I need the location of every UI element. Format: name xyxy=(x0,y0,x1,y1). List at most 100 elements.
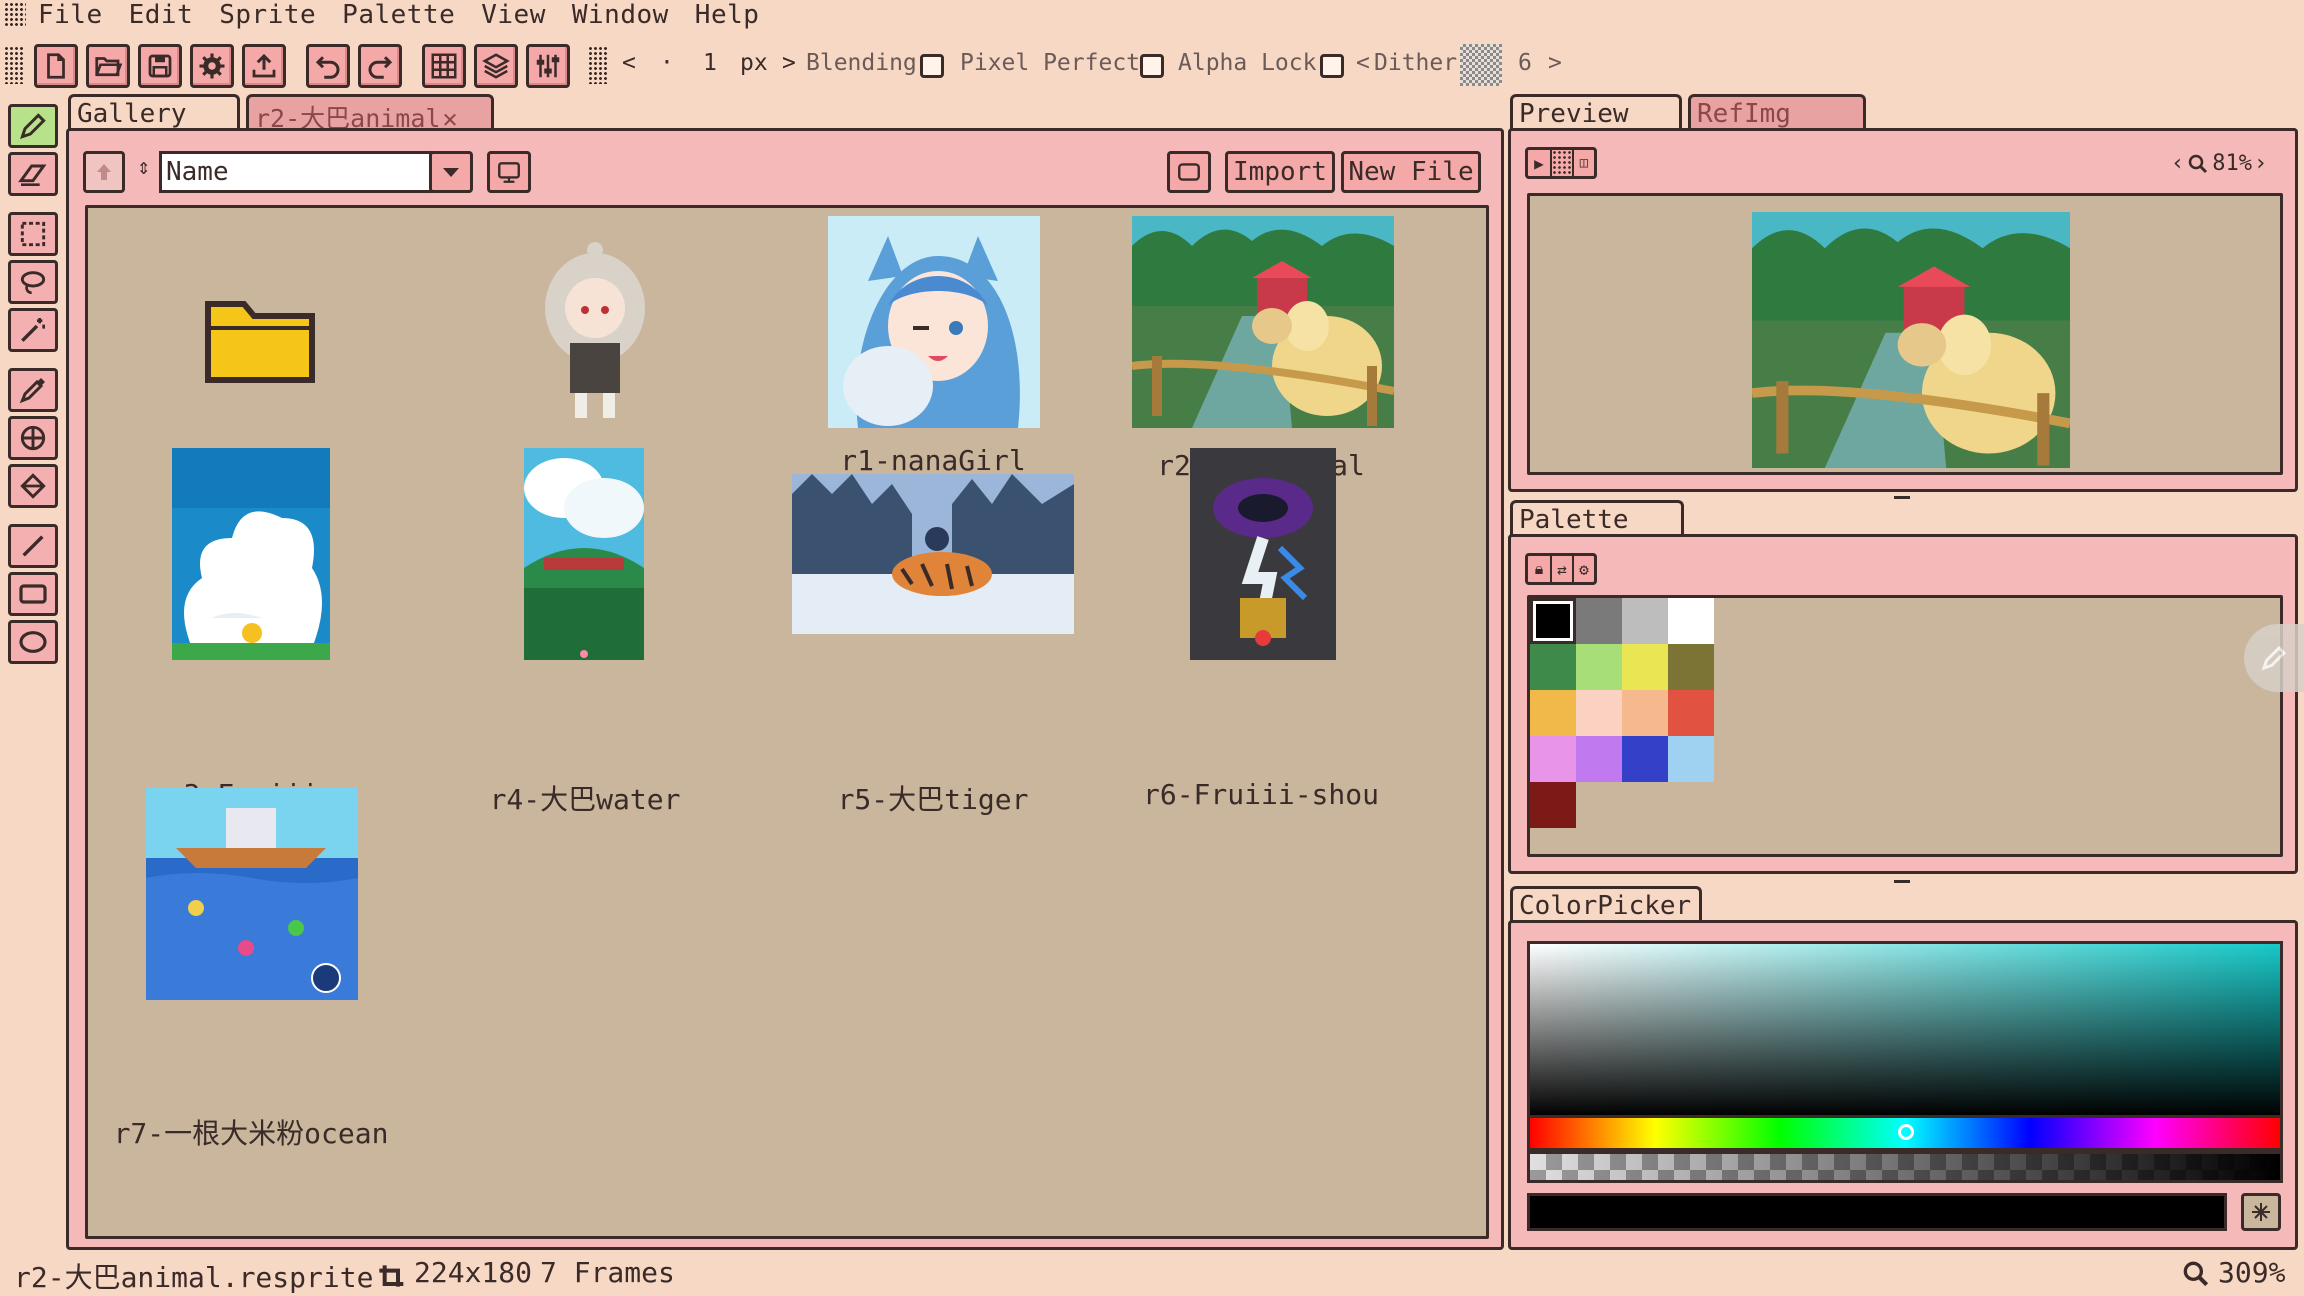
palette-swatch[interactable] xyxy=(1530,782,1576,828)
up-directory-button[interactable] xyxy=(83,151,125,193)
toolbar-grip-icon[interactable] xyxy=(4,46,24,84)
menu-grip-icon[interactable] xyxy=(4,2,26,28)
tab-palette[interactable]: Palette xyxy=(1510,500,1684,538)
brush-size-value[interactable]: 1 xyxy=(703,50,717,76)
menu-palette[interactable]: Palette xyxy=(342,0,455,30)
fill-tool[interactable] xyxy=(8,464,58,508)
palette-swatch[interactable] xyxy=(1530,644,1576,690)
dither-prev[interactable]: < xyxy=(1356,50,1370,76)
blending-checkbox[interactable] xyxy=(920,54,944,78)
alpha-lock-checkbox[interactable] xyxy=(1320,54,1344,78)
palette-swatch[interactable] xyxy=(1530,736,1576,782)
gallery-panel: ⇕ Name Import New File Folder ex xyxy=(66,128,1504,1250)
save-button[interactable] xyxy=(138,44,182,88)
menu-help[interactable]: Help xyxy=(695,0,760,30)
menu-bar: File Edit Sprite Palette View Window Hel… xyxy=(0,0,2304,30)
hue-slider-handle[interactable] xyxy=(1898,1124,1914,1140)
redo-button[interactable] xyxy=(358,44,402,88)
sort-select[interactable]: Name xyxy=(159,151,439,193)
thumbnail-example[interactable] xyxy=(520,238,670,428)
thumbnail-r5-tiger[interactable] xyxy=(792,474,1074,634)
layers-button[interactable] xyxy=(474,44,518,88)
menu-edit[interactable]: Edit xyxy=(129,0,194,30)
palette-swatch[interactable] xyxy=(1576,644,1622,690)
palette-swatch[interactable] xyxy=(1576,736,1622,782)
thumbnail-r4-water[interactable] xyxy=(524,448,644,660)
palette-swatch[interactable] xyxy=(1622,690,1668,736)
menu-view[interactable]: View xyxy=(481,0,546,30)
folder-icon[interactable] xyxy=(200,288,320,388)
tab-preview[interactable]: Preview xyxy=(1510,94,1682,132)
export-button[interactable] xyxy=(242,44,286,88)
magic-wand-tool[interactable] xyxy=(8,308,58,352)
thumbnail-r2-animal[interactable] xyxy=(1132,216,1394,428)
palette-swatch[interactable] xyxy=(1622,736,1668,782)
settings-button[interactable] xyxy=(190,44,234,88)
rectangle-tool[interactable] xyxy=(8,572,58,616)
menu-sprite[interactable]: Sprite xyxy=(219,0,316,30)
palette-swatch[interactable] xyxy=(1530,598,1576,644)
palette-swatch[interactable] xyxy=(1622,598,1668,644)
sort-dropdown-button[interactable] xyxy=(429,151,473,193)
thumbnail-r3-fruiii[interactable] xyxy=(172,448,330,660)
palette-swatch[interactable] xyxy=(1668,690,1714,736)
pixel-perfect-checkbox[interactable] xyxy=(1140,54,1164,78)
dither-pattern-icon[interactable] xyxy=(1460,44,1502,86)
thumbnail-r7-ocean[interactable] xyxy=(146,788,358,1000)
alpha-slider[interactable] xyxy=(1527,1151,2283,1183)
thumbnail-r6-fruiii-shou[interactable] xyxy=(1190,448,1336,660)
save-icon xyxy=(148,54,172,78)
brush-size-decrease[interactable]: < xyxy=(622,50,636,76)
rect-select-tool[interactable] xyxy=(8,212,58,256)
move-tool[interactable] xyxy=(8,416,58,460)
toolbar-grip-icon-2[interactable] xyxy=(588,46,608,84)
adjust-button[interactable] xyxy=(526,44,570,88)
frame-icon[interactable]: ◫ xyxy=(1572,150,1594,176)
grid-button[interactable] xyxy=(422,44,466,88)
play-icon[interactable]: ▶ xyxy=(1528,150,1550,176)
saturation-value-area[interactable] xyxy=(1527,941,2283,1119)
grid-toggle-icon[interactable] xyxy=(1550,150,1572,176)
menu-window[interactable]: Window xyxy=(572,0,669,30)
palette-swatch[interactable] xyxy=(1576,690,1622,736)
panel-resize-handle-2[interactable] xyxy=(1894,880,1910,883)
zoom-out-arrow[interactable]: ‹ xyxy=(2171,151,2184,176)
edit-palette-icon[interactable] xyxy=(2244,624,2304,692)
hue-slider[interactable] xyxy=(1527,1115,2283,1151)
dither-next[interactable]: > xyxy=(1548,50,1562,76)
eyedropper-tool[interactable] xyxy=(8,368,58,412)
panel-resize-handle[interactable] xyxy=(1894,496,1910,499)
view-mode-button[interactable] xyxy=(487,151,531,193)
zoom-in-arrow[interactable]: › xyxy=(2254,151,2267,176)
brush-size-increase[interactable]: > xyxy=(782,50,796,76)
palette-swatch[interactable] xyxy=(1530,690,1576,736)
tab-gallery[interactable]: Gallery xyxy=(68,94,240,132)
menu-file[interactable]: File xyxy=(38,0,103,30)
palette-swatch[interactable] xyxy=(1668,736,1714,782)
color-picker-screen-button[interactable] xyxy=(2241,1193,2281,1231)
open-folder-button[interactable] xyxy=(1167,151,1211,193)
tab-refimg[interactable]: RefImg xyxy=(1688,94,1866,129)
lock-icon[interactable]: 🔒︎ xyxy=(1528,556,1550,582)
lasso-tool[interactable] xyxy=(8,260,58,304)
open-file-button[interactable] xyxy=(86,44,130,88)
tab-colorpicker[interactable]: ColorPicker xyxy=(1510,886,1702,924)
settings-icon[interactable]: ⚙︎ xyxy=(1572,556,1594,582)
palette-swatch[interactable] xyxy=(1576,598,1622,644)
preview-canvas[interactable] xyxy=(1527,193,2283,475)
eraser-tool[interactable] xyxy=(8,152,58,196)
import-button[interactable]: Import xyxy=(1225,151,1335,193)
tab-file-r2[interactable]: r2-大巴animal✕ xyxy=(246,94,494,133)
sort-order-icon[interactable]: ⇕ xyxy=(137,155,150,180)
palette-swatch[interactable] xyxy=(1668,644,1714,690)
thumbnail-r1-nanagirl[interactable] xyxy=(828,216,1040,428)
pencil-tool[interactable] xyxy=(8,104,58,148)
undo-button[interactable] xyxy=(306,44,350,88)
line-tool[interactable] xyxy=(8,524,58,568)
new-file-button[interactable] xyxy=(34,44,78,88)
swap-icon[interactable]: ⇄ xyxy=(1550,556,1572,582)
palette-swatch[interactable] xyxy=(1668,598,1714,644)
palette-swatch[interactable] xyxy=(1622,644,1668,690)
new-file-gallery-button[interactable]: New File xyxy=(1341,151,1481,193)
ellipse-tool[interactable] xyxy=(8,620,58,664)
